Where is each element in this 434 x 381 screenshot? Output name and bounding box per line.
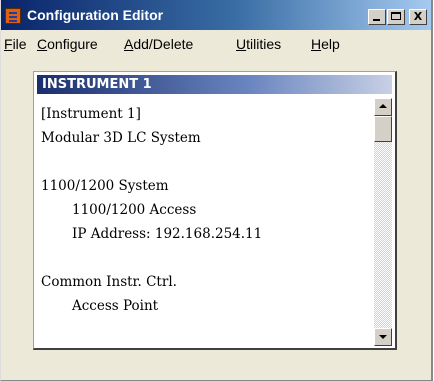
maximize-button[interactable]: [387, 9, 405, 25]
instrument-window-title-bar[interactable]: INSTRUMENT 1: [37, 75, 392, 94]
menu-add-delete-label: dd/Delete: [133, 36, 194, 52]
scroll-up-button[interactable]: [374, 98, 392, 116]
minimize-icon: [373, 19, 380, 21]
menu-configure-label: onfigure: [47, 36, 98, 52]
config-line: [Instrument 1]: [41, 106, 141, 122]
menu-add-delete-accel: A: [124, 36, 134, 52]
close-icon: X: [413, 10, 423, 23]
scroll-down-arrow-icon: [379, 335, 387, 339]
menu-utilities-label: tilities: [246, 36, 282, 52]
menu-utilities[interactable]: Utilities: [236, 36, 281, 52]
app-icon[interactable]: [5, 8, 21, 24]
config-line: 1100/1200 System: [41, 178, 169, 194]
main-window: Configuration Editor X File Configure Ad…: [0, 0, 433, 381]
instrument-window-title: INSTRUMENT 1: [42, 77, 152, 92]
config-line: 1100/1200 Access: [72, 202, 197, 218]
menu-file[interactable]: File: [4, 36, 27, 52]
menu-configure-accel: C: [37, 36, 48, 52]
menu-add-delete[interactable]: Add/Delete: [124, 36, 193, 52]
vertical-scrollbar[interactable]: [374, 98, 392, 346]
config-line: Access Point: [72, 298, 159, 314]
menu-bar: File Configure Add/Delete Utilities Help: [1, 33, 431, 55]
menu-help[interactable]: Help: [311, 36, 340, 52]
config-line: Modular 3D LC System: [41, 130, 201, 146]
close-button[interactable]: X: [409, 9, 427, 25]
menu-configure[interactable]: Configure: [37, 36, 98, 52]
config-line: [41, 150, 366, 174]
scroll-down-button[interactable]: [374, 328, 392, 346]
config-text-area[interactable]: [Instrument 1] Modular 3D LC System 1100…: [41, 102, 366, 318]
menu-file-accel: F: [4, 36, 13, 52]
scroll-thumb[interactable]: [374, 116, 392, 142]
scroll-up-arrow-icon: [379, 104, 387, 108]
config-line: IP Address: 192.168.254.11: [72, 226, 263, 242]
title-bar[interactable]: Configuration Editor X: [1, 0, 431, 30]
config-line: Common Instr. Ctrl.: [41, 274, 177, 290]
config-line: [41, 246, 366, 270]
window-title: Configuration Editor: [27, 7, 164, 23]
menu-help-accel: H: [311, 36, 322, 52]
menu-utilities-accel: U: [236, 36, 247, 52]
maximize-icon: [391, 12, 401, 20]
menu-help-label: elp: [321, 36, 340, 52]
instrument-window: INSTRUMENT 1 [Instrument 1] Modular 3D L…: [33, 71, 397, 350]
menu-file-label: ile: [12, 36, 27, 52]
minimize-button[interactable]: [368, 9, 386, 25]
